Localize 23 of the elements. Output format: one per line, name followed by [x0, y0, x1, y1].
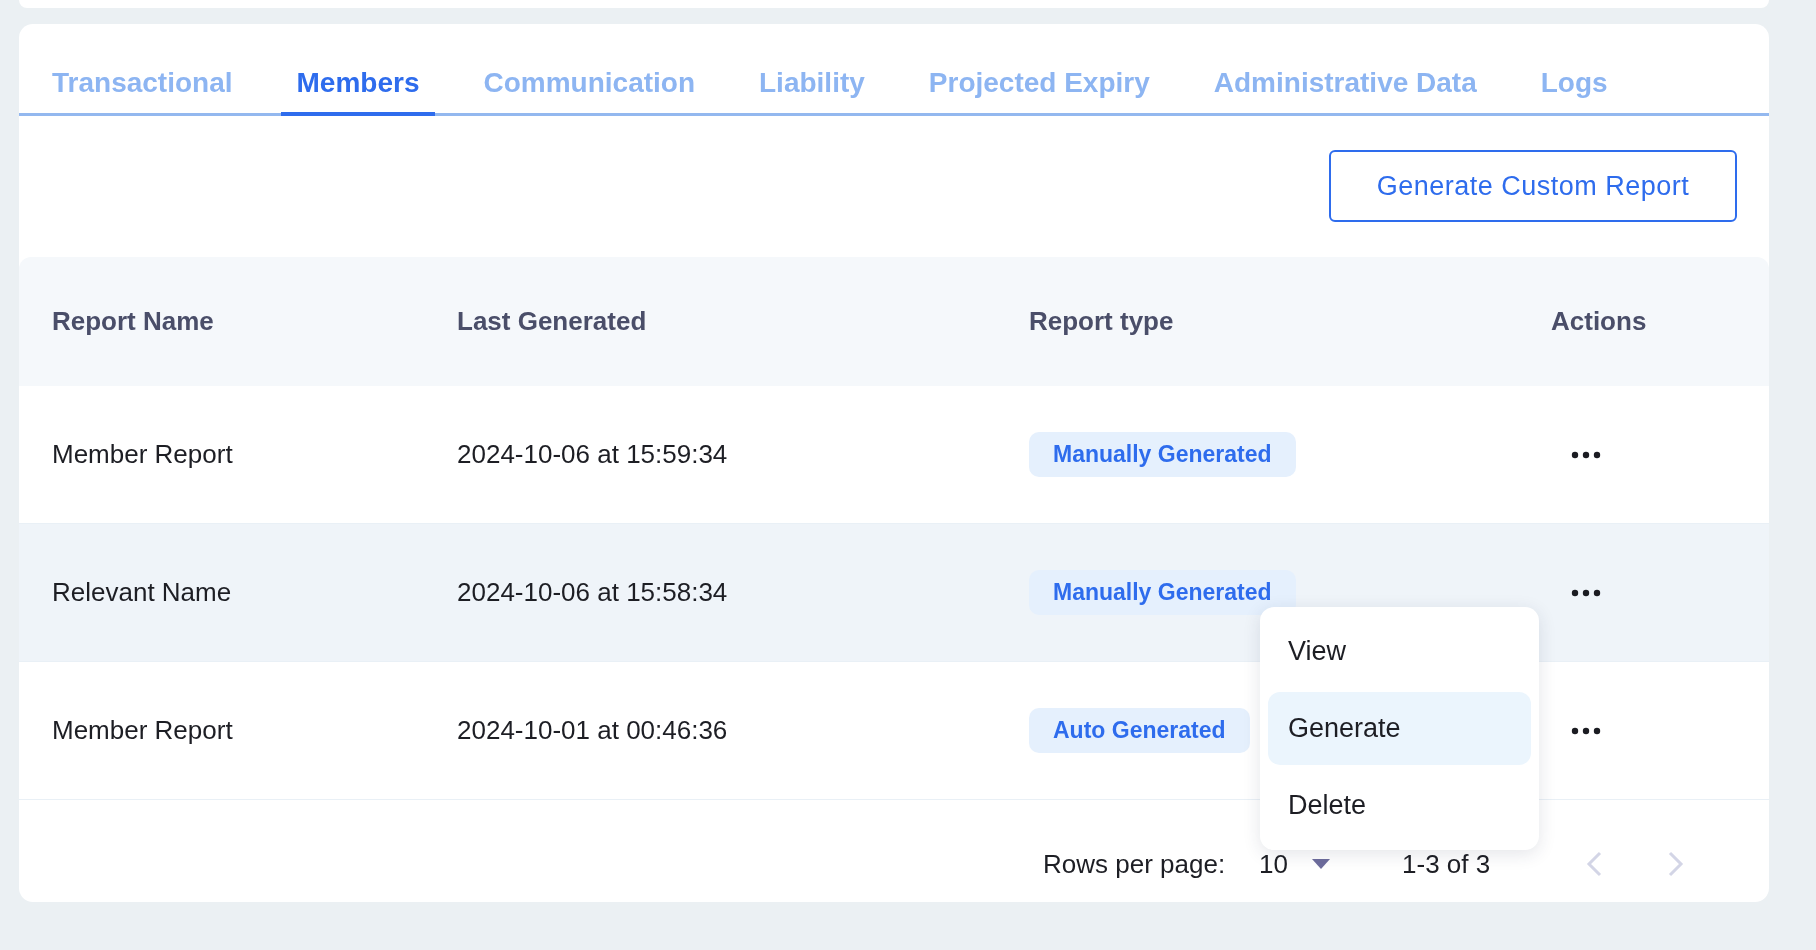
table-cell-text: 2024-10-06 at 15:59:34	[457, 439, 729, 470]
table-cell-text: Member Report	[52, 439, 234, 470]
column-header: Last Generated	[457, 306, 648, 337]
rows-per-page-label: Rows per page:	[1043, 848, 1226, 880]
column-header: Report type	[1029, 306, 1175, 337]
page-range: 1-3 of 3	[1402, 848, 1491, 880]
column-header: Report Name	[52, 306, 215, 337]
caret-icon[interactable]	[1312, 859, 1331, 869]
tab[interactable]: Members	[280, 24, 436, 116]
more-icon[interactable]	[1571, 726, 1601, 735]
table-cell-text: 2024-10-06 at 15:58:34	[457, 577, 729, 608]
report-type-badge: Auto Generated	[1029, 708, 1250, 753]
table-cell-text: Member Report	[52, 715, 234, 746]
column-header: Actions	[1551, 306, 1648, 337]
table-cell-text: 2024-10-01 at 00:46:36	[457, 715, 729, 746]
table-cell-text: Relevant Name	[52, 577, 233, 608]
rows-per-page-select[interactable]: 10	[1259, 848, 1289, 880]
report-type-badge: Manually Generated	[1029, 570, 1296, 615]
more-icon[interactable]	[1571, 588, 1601, 597]
generate-report-button[interactable]: Generate Custom Report	[1329, 150, 1737, 222]
report-type-badge: Manually Generated	[1029, 432, 1296, 477]
more-icon[interactable]	[1571, 450, 1601, 459]
menu-item[interactable]: Generate	[1268, 692, 1531, 765]
